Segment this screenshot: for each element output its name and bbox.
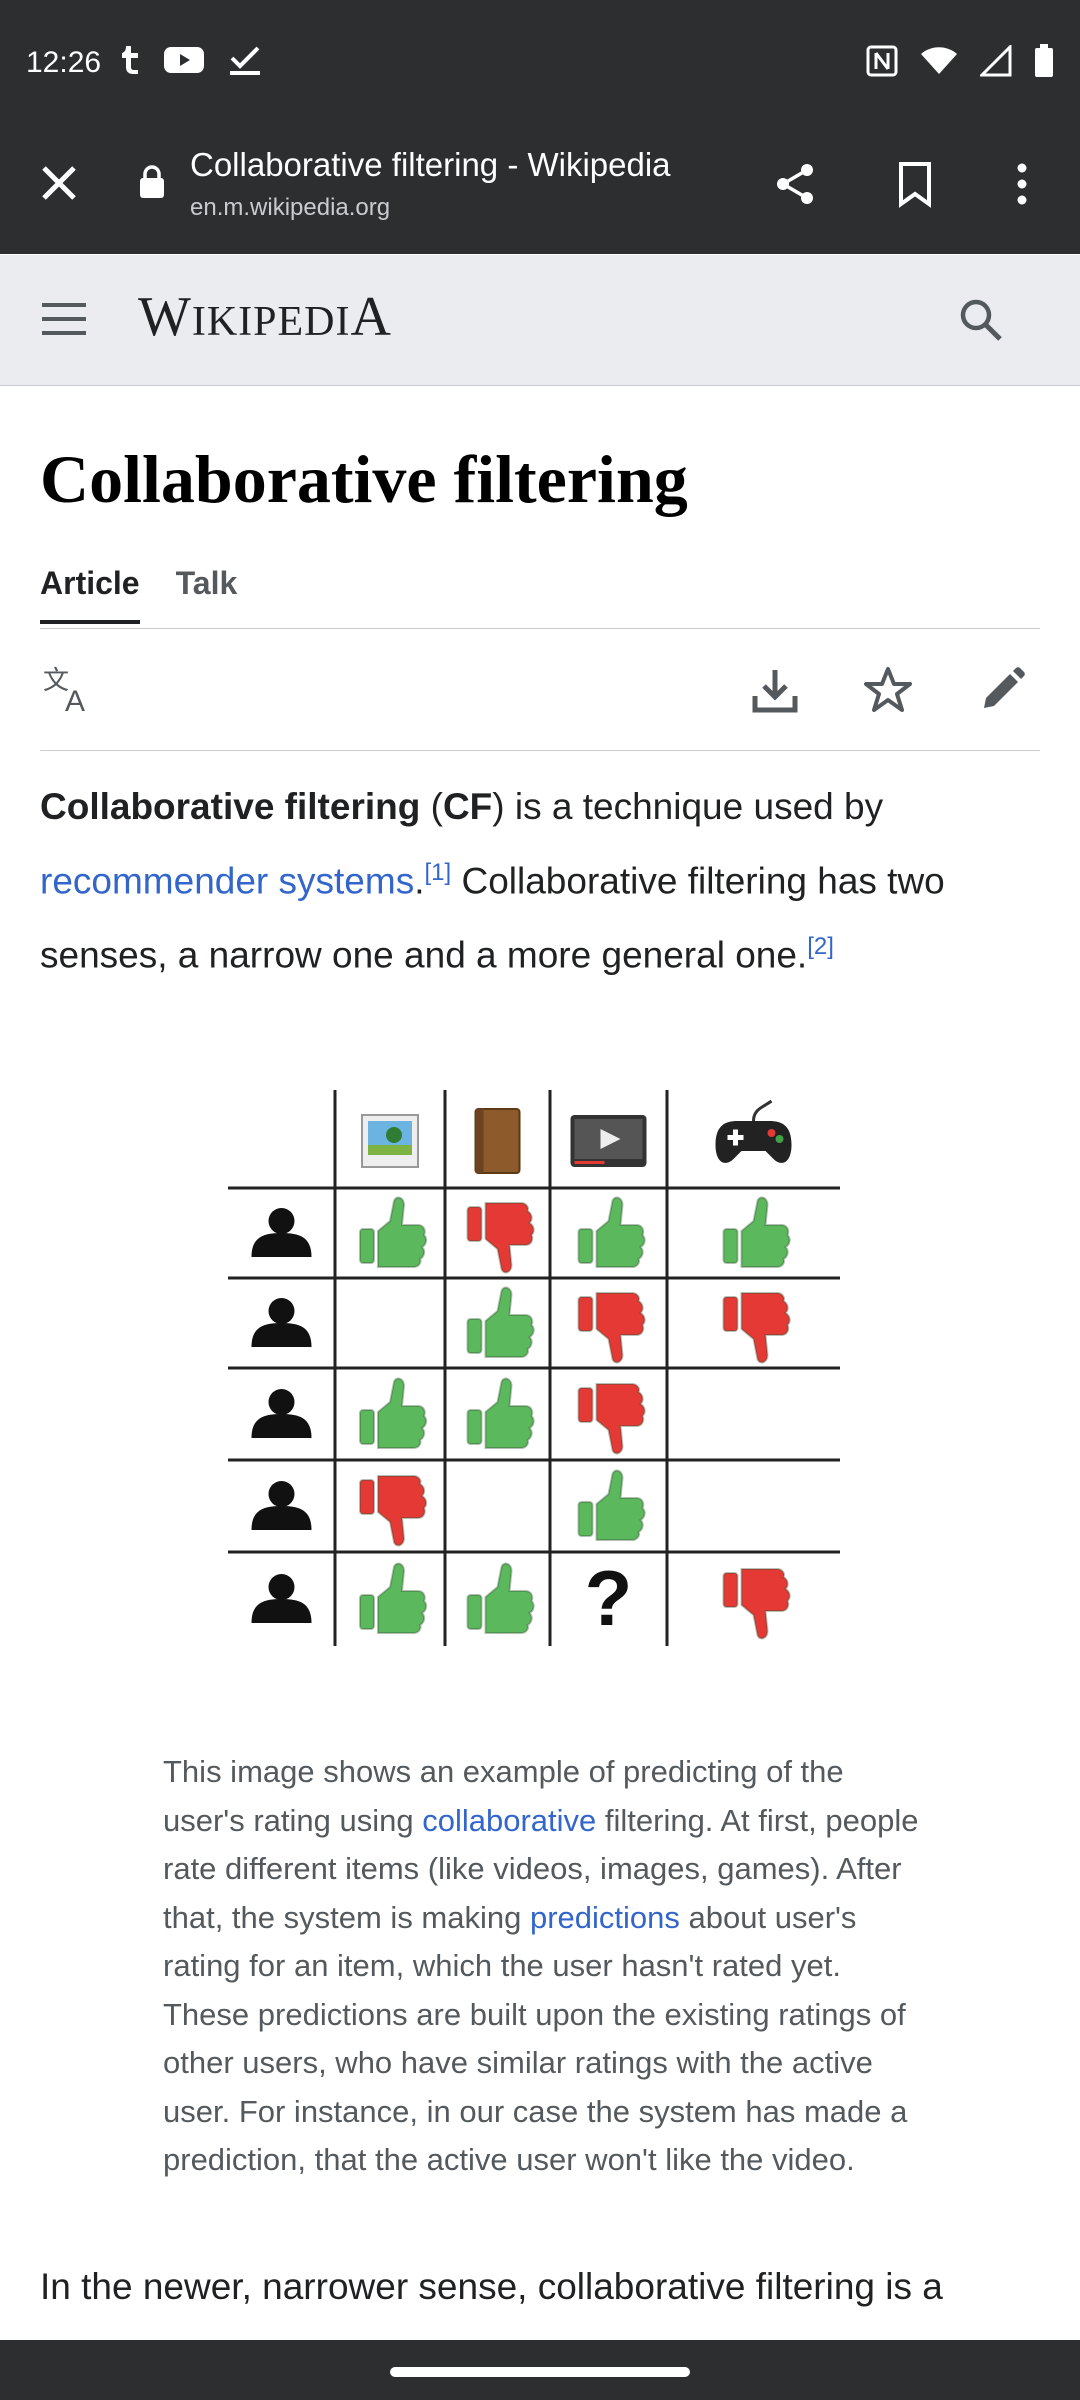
hamburger-menu-icon <box>42 303 86 335</box>
unknown-rating-mark: ? <box>585 1554 633 1642</box>
bookmark-icon <box>899 162 931 208</box>
page-tabs: Article Talk <box>40 565 237 624</box>
user-icon <box>251 1574 312 1623</box>
gamepad-icon <box>715 1099 792 1163</box>
share-icon <box>777 164 813 204</box>
page-title-bar[interactable]: Collaborative filtering - Wikipedia <box>190 146 671 184</box>
user-icon <box>251 1481 312 1530</box>
image-icon <box>361 1114 419 1168</box>
thumbs-up-icon <box>722 1196 791 1268</box>
home-gesture-handle[interactable] <box>390 2367 690 2377</box>
intro-text-0: ( <box>420 786 443 827</box>
wikipedia-logo[interactable]: WIKIPEDIA <box>138 285 458 364</box>
wiki-header: WIKIPEDIA <box>0 255 1080 386</box>
user-icon <box>251 1208 312 1257</box>
svg-text:WIKIPEDIA: WIKIPEDIA <box>138 286 392 348</box>
wifi-icon <box>921 47 957 74</box>
edit-button[interactable] <box>972 660 1032 720</box>
intro-paragraph: Collaborative filtering (CF) is a techni… <box>40 774 1050 989</box>
wikipedia-wordmark: WIKIPEDIA <box>138 286 392 348</box>
link-recommender-systems[interactable]: recommender systems <box>40 860 414 901</box>
thumbs-down-icon <box>359 1475 428 1547</box>
thumbs-up-icon <box>577 1196 646 1268</box>
reference-2[interactable]: [2] <box>807 933 834 960</box>
status-time: 12:26 <box>26 46 102 79</box>
body-paragraph: In the newer, narrower sense, collaborat… <box>40 2266 943 2307</box>
thumbs-down-icon <box>722 1568 791 1640</box>
intro-text-2: . <box>414 860 425 902</box>
close-tab-button[interactable] <box>34 158 84 208</box>
link-collaborative[interactable]: collaborative <box>422 1803 596 1838</box>
search-button[interactable] <box>956 295 1006 350</box>
tabs-divider <box>40 628 1040 629</box>
thumbs-up-icon <box>359 1196 428 1268</box>
more-vertical-icon <box>1017 163 1027 205</box>
thumbs-down-icon <box>577 1383 646 1455</box>
thumbs-up-icon <box>359 1377 428 1449</box>
battery-icon <box>1035 44 1053 77</box>
term-bold: Collaborative filtering <box>40 786 421 827</box>
page-title: Collaborative filtering <box>40 441 688 517</box>
link-predictions[interactable]: predictions <box>530 1900 680 1935</box>
signal-icon <box>980 45 1012 77</box>
thumbs-up-icon <box>466 1377 535 1449</box>
user-icon <box>251 1298 312 1347</box>
abbr-bold: CF <box>442 786 493 827</box>
tumblr-icon <box>122 46 138 74</box>
figure-caption: This image shows an example of predictin… <box>163 1748 933 2185</box>
actions-divider <box>40 750 1040 751</box>
thumbs-up-icon <box>466 1562 535 1634</box>
browser-toolbar: Collaborative filtering - Wikipedia en.m… <box>0 128 1080 254</box>
book-icon <box>474 1108 521 1174</box>
bookmark-button[interactable] <box>885 154 945 214</box>
url-text[interactable]: en.m.wikipedia.org <box>190 194 390 222</box>
star-icon <box>864 667 912 712</box>
lock-icon <box>140 165 164 198</box>
watch-star-button[interactable] <box>858 660 918 720</box>
reference-1[interactable]: [1] <box>425 859 452 886</box>
user-icon <box>251 1389 312 1438</box>
rating-matrix: ? <box>228 1090 840 1646</box>
navigation-bar <box>0 2340 1080 2400</box>
thumbs-up-icon <box>577 1469 646 1541</box>
download-button[interactable] <box>745 660 805 720</box>
language-button[interactable]: 文 A <box>40 660 100 720</box>
page-actions: 文 A <box>40 660 1040 740</box>
video-icon <box>570 1115 647 1167</box>
translate-icon: 文 A <box>43 666 85 715</box>
caption-text-3: about user's rating for an item, which t… <box>163 1899 908 2178</box>
download-icon <box>752 670 798 713</box>
share-button[interactable] <box>765 154 825 214</box>
check-icon <box>230 46 260 75</box>
collaborative-filtering-figure[interactable]: ? <box>220 1080 860 1660</box>
intro-text-1: ) is a technique used by <box>492 786 884 827</box>
pencil-icon <box>984 667 1025 708</box>
close-icon <box>42 166 76 200</box>
thumbs-up-icon <box>359 1562 428 1634</box>
search-icon <box>960 299 1002 341</box>
nfc-icon <box>866 45 898 77</box>
thumbs-up-icon <box>466 1286 535 1358</box>
status-bar: 12:26 <box>0 0 1080 128</box>
svg-text:A: A <box>65 685 85 715</box>
thumbs-down-icon <box>466 1202 535 1274</box>
thumbs-down-icon <box>577 1292 646 1364</box>
more-options-button[interactable] <box>992 154 1052 214</box>
main-menu-button[interactable] <box>40 297 88 346</box>
tab-talk[interactable]: Talk <box>176 565 238 624</box>
tab-article[interactable]: Article <box>40 565 140 624</box>
youtube-icon <box>164 47 204 73</box>
thumbs-down-icon <box>722 1292 791 1364</box>
